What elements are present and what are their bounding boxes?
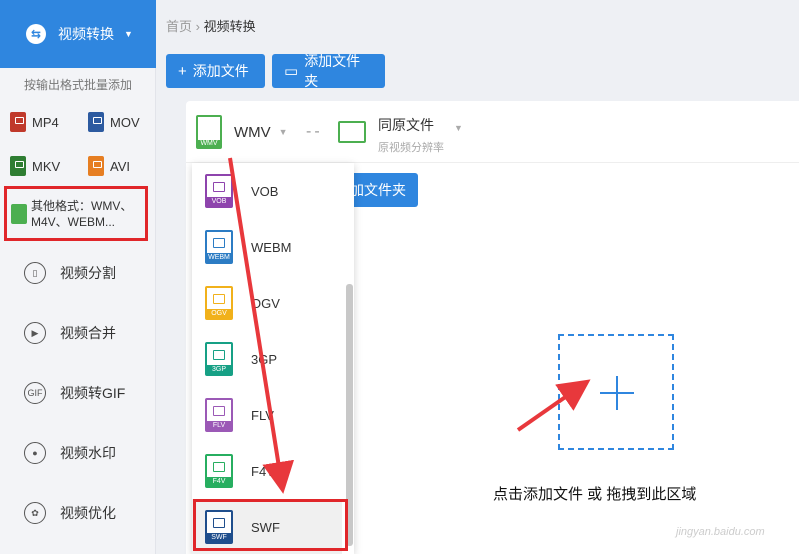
caret-down-icon: ▼ bbox=[278, 127, 288, 137]
output-format-select[interactable]: 同原文件 原视频分辨率 ▼ bbox=[338, 115, 463, 155]
other-formats-button[interactable]: 其他格式：WMV、 M4V、WEBM... bbox=[4, 186, 148, 241]
video-convert-menu[interactable]: ⇆ 视频转换 ▼ bbox=[0, 0, 156, 68]
convert-icon: ⇆ bbox=[26, 24, 46, 44]
output-title: 同原文件 bbox=[378, 117, 434, 133]
dropdown-item-ogv[interactable]: OGV OGV bbox=[192, 275, 342, 331]
caret-down-icon: ▼ bbox=[124, 29, 133, 39]
merge-icon: ▶ bbox=[24, 322, 46, 344]
separator: -- bbox=[306, 123, 323, 140]
output-subtitle: 原视频分辨率 bbox=[378, 142, 444, 154]
breadcrumb-home[interactable]: 首页 bbox=[166, 19, 192, 34]
vob-icon: VOB bbox=[205, 174, 233, 208]
wmv-file-icon: WMV bbox=[196, 115, 222, 149]
dropdown-item-vob[interactable]: VOB VOB bbox=[192, 163, 342, 219]
format-bar: WMV WMV ▼ -- 同原文件 原视频分辨率 ▼ bbox=[186, 101, 799, 163]
dropdown-item-3gp[interactable]: 3GP 3GP bbox=[192, 331, 342, 387]
caret-down-icon: ▼ bbox=[454, 123, 463, 133]
mp4-icon bbox=[10, 112, 26, 132]
avi-icon bbox=[88, 156, 104, 176]
webm-icon: WEBM bbox=[205, 230, 233, 264]
flv-icon: FLV bbox=[205, 398, 233, 432]
nav-video-optimize[interactable]: ✿ 视频优化 bbox=[24, 502, 116, 524]
breadcrumb: 首页 › 视频转换 bbox=[166, 19, 256, 34]
breadcrumb-current: 视频转换 bbox=[203, 19, 256, 34]
other-formats-line1: 其他格式：WMV、 bbox=[31, 198, 133, 213]
video-film-icon bbox=[338, 121, 366, 143]
add-file-button[interactable]: + 添加文件 bbox=[166, 54, 265, 88]
swf-highlight-box bbox=[193, 499, 348, 551]
format-mkv[interactable]: MKV bbox=[10, 156, 60, 176]
wmv-icon bbox=[11, 203, 27, 224]
format-mov[interactable]: MOV bbox=[88, 112, 140, 132]
folder-icon: ▭ bbox=[284, 63, 299, 80]
format-avi[interactable]: AVI bbox=[88, 156, 130, 176]
ogv-icon: OGV bbox=[205, 286, 233, 320]
nav-video-merge[interactable]: ▶ 视频合并 bbox=[24, 322, 116, 344]
nav-video-gif[interactable]: GIF 视频转GIF bbox=[24, 382, 125, 404]
mov-icon bbox=[88, 112, 104, 132]
dropdown-item-flv[interactable]: FLV FLV bbox=[192, 387, 342, 443]
split-icon: ▯ bbox=[24, 262, 46, 284]
plus-icon bbox=[600, 376, 634, 410]
source-format-select[interactable]: WMV WMV ▼ bbox=[196, 115, 288, 149]
dropdown-item-f4v[interactable]: F4V F4V bbox=[192, 443, 342, 499]
gif-icon: GIF bbox=[24, 382, 46, 404]
format-mp4[interactable]: MP4 bbox=[10, 112, 59, 132]
plus-icon: + bbox=[178, 62, 187, 80]
drop-zone-text: 点击添加文件 或 拖拽到此区域 bbox=[493, 486, 697, 503]
optimize-icon: ✿ bbox=[24, 502, 46, 524]
sidebar: ⇆ 视频转换 ▼ 按输出格式批量添加 MP4 MOV MKV AVI 其他格式：… bbox=[0, 0, 156, 554]
drop-zone[interactable] bbox=[558, 334, 674, 450]
3gp-icon: 3GP bbox=[205, 342, 233, 376]
watermark: jingyan.baidu.com bbox=[676, 526, 765, 538]
other-formats-line2: M4V、WEBM... bbox=[31, 214, 116, 229]
watermark-icon: ● bbox=[24, 442, 46, 464]
f4v-icon: F4V bbox=[205, 454, 233, 488]
batch-add-hint: 按输出格式批量添加 bbox=[23, 78, 132, 92]
mkv-icon bbox=[10, 156, 26, 176]
nav-video-watermark[interactable]: ● 视频水印 bbox=[24, 442, 116, 464]
video-convert-label: 视频转换 bbox=[58, 26, 114, 42]
format-dropdown: VOB VOB WEBM WEBM OGV OGV 3GP 3GP FLV FL… bbox=[192, 163, 354, 554]
dropdown-item-webm[interactable]: WEBM WEBM bbox=[192, 219, 342, 275]
nav-video-split[interactable]: ▯ 视频分割 bbox=[24, 262, 116, 284]
add-folder-button[interactable]: ▭ 添加文件夹 bbox=[272, 53, 385, 89]
